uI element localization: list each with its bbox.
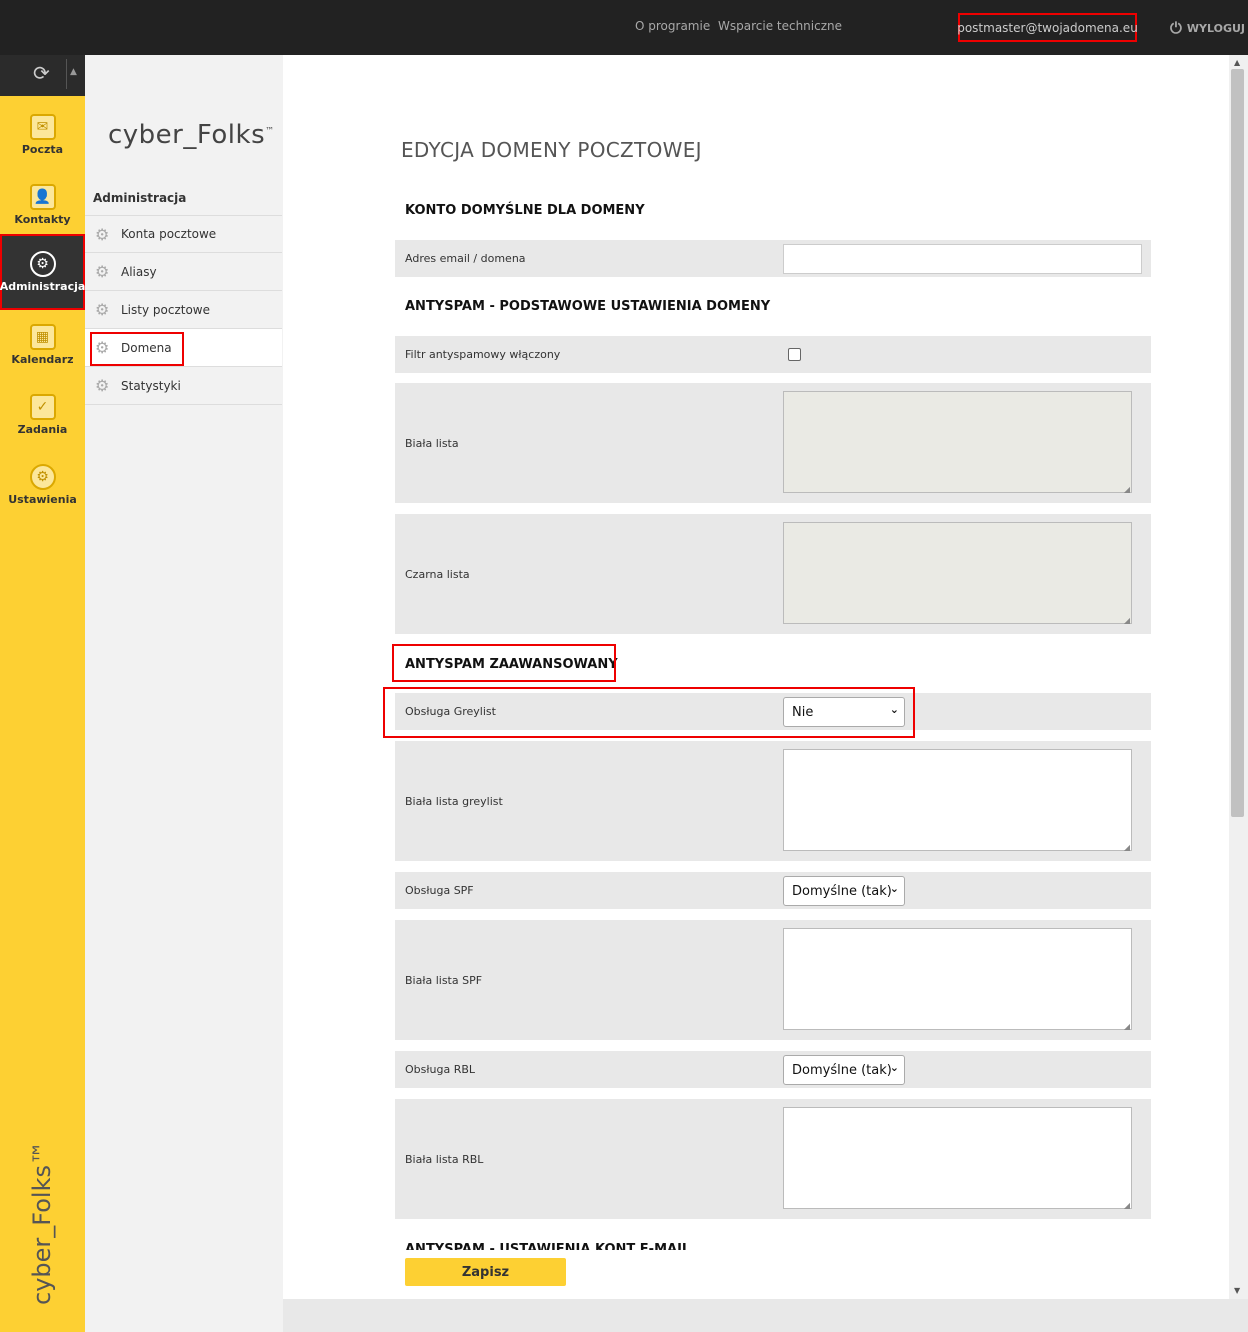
task-label: Ustawienia [8, 493, 77, 506]
power-icon: ⏻ [1170, 19, 1182, 37]
task-label: Administracja [0, 280, 86, 293]
sidebar-item-label: Statystyki [121, 378, 181, 393]
logout-button[interactable]: ⏻ WYLOGUJ [1170, 19, 1245, 37]
save-button[interactable]: Zapisz [405, 1258, 566, 1286]
task-label: Zadania [17, 423, 68, 436]
row-greylist-white: Biała lista greylist [395, 741, 1151, 861]
section-account-antispam: ANTYSPAM - USTAWIENIA KONT E-MAIL [405, 1242, 691, 1250]
collapse-arrow-icon[interactable]: ▲ [70, 67, 77, 77]
sidebar-item-accounts[interactable]: ⚙ Konta pocztowe [85, 215, 282, 253]
task-label: Kalendarz [11, 353, 74, 366]
rbl-label: Obsługa RBL [405, 1063, 476, 1076]
toolbar-divider [66, 59, 67, 89]
task-mail[interactable]: ✉ Poczta [0, 100, 85, 170]
blacklist-label: Czarna lista [405, 568, 470, 581]
blacklist-textarea[interactable] [783, 522, 1132, 625]
sidebar-item-label: Konta pocztowe [121, 227, 217, 241]
spf-whitelist-textarea[interactable] [783, 928, 1132, 1031]
row-blacklist: Czarna lista [395, 514, 1151, 634]
chevron-down-icon: ⌄ [889, 882, 899, 895]
scrollbar[interactable]: ▲ ▼ [1229, 55, 1248, 1299]
scrollbar-thumb[interactable] [1231, 69, 1244, 817]
highlight-advanced [392, 644, 616, 682]
rbl-select[interactable]: Domyślne (tak) ⌄ [783, 1055, 905, 1085]
about-link[interactable]: O programie [635, 19, 710, 33]
gear-icon: ⚙ [95, 262, 110, 281]
filter-label: Filtr antyspamowy włączony [405, 348, 561, 361]
spf-white-label: Biała lista SPF [405, 974, 483, 987]
task-admin[interactable]: ⚙ Administracja [0, 234, 85, 310]
spf-value: Domyślne (tak) [792, 883, 892, 899]
settings-icon: ⚙ [29, 464, 56, 490]
spf-select[interactable]: Domyślne (tak) ⌄ [783, 876, 905, 906]
task-calendar[interactable]: ▦ Kalendarz [0, 310, 85, 380]
row-filter: Filtr antyspamowy włączony [395, 336, 1151, 373]
greylist-white-label: Biała lista greylist [405, 795, 503, 808]
rbl-white-label: Biała lista RBL [405, 1153, 484, 1166]
row-rbl: Obsługa RBL Domyślne (tak) ⌄ [395, 1051, 1151, 1088]
antispam-filter-checkbox[interactable] [788, 348, 801, 361]
user-email: postmaster@twojadomena.eu [957, 20, 1138, 35]
task-contacts[interactable]: 👤 Kontakty [0, 170, 85, 240]
sidebar-item-label: Listy pocztowe [121, 302, 210, 317]
chevron-down-icon: ⌄ [889, 1061, 899, 1074]
toolbar-strip: ⟳ ▲ [0, 55, 85, 96]
bottom-bar [283, 1299, 1248, 1332]
email-domain-input[interactable] [783, 244, 1142, 274]
scroll-up-icon[interactable]: ▲ [1234, 58, 1240, 67]
top-bar: O programie Wsparcie techniczne postmast… [0, 0, 1248, 55]
spf-label: Obsługa SPF [405, 884, 474, 897]
row-spf-white: Biała lista SPF [395, 920, 1151, 1040]
gear-icon: ⚙ [95, 300, 110, 319]
greylist-whitelist-textarea[interactable] [783, 749, 1132, 852]
main-content: EDYCJA DOMENY POCZTOWEJ KONTO DOMYŚLNE D… [283, 55, 1229, 1299]
highlight-domain [90, 332, 184, 366]
calendar-icon: ▦ [29, 324, 56, 350]
admin-gear-icon: ⚙ [29, 251, 56, 277]
sidebar-item-label: Aliasy [121, 264, 157, 279]
row-whitelist: Biała lista [395, 383, 1151, 503]
email-label: Adres email / domena [405, 252, 526, 265]
row-spf: Obsługa SPF Domyślne (tak) ⌄ [395, 872, 1151, 909]
task-settings[interactable]: ⚙ Ustawienia [0, 450, 85, 520]
task-tasks[interactable]: ✓ Zadania [0, 380, 85, 450]
section-default-account: KONTO DOMYŚLNE DLA DOMENY [405, 203, 645, 218]
refresh-icon[interactable]: ⟳ [33, 61, 50, 85]
logout-label: WYLOGUJ [1186, 21, 1245, 35]
sidebar-item-statistics[interactable]: ⚙ Statystyki [85, 367, 282, 405]
section-basic-antispam: ANTYSPAM - PODSTAWOWE USTAWIENIA DOMENY [405, 299, 771, 314]
rbl-value: Domyślne (tak) [792, 1062, 892, 1078]
brand-logo: cyber_Folks™ [108, 120, 275, 150]
contacts-icon: 👤 [29, 184, 56, 210]
vertical-logo-text: cyber_Folks™ [28, 1141, 56, 1305]
gear-icon: ⚙ [95, 376, 110, 395]
gear-icon: ⚙ [95, 225, 110, 244]
sidebar-title: Administracja [93, 191, 187, 205]
task-label: Poczta [21, 143, 64, 156]
row-email: Adres email / domena [395, 240, 1151, 277]
vertical-logo: cyber_Folks™ [26, 1141, 60, 1310]
scroll-down-icon[interactable]: ▼ [1234, 1286, 1240, 1295]
row-rbl-white: Biała lista RBL [395, 1099, 1151, 1219]
support-link[interactable]: Wsparcie techniczne [718, 19, 842, 33]
sidebar-item-mailing-lists[interactable]: ⚙ Listy pocztowe [85, 291, 282, 329]
user-account[interactable]: postmaster@twojadomena.eu [957, 13, 1138, 42]
mail-icon: ✉ [29, 114, 56, 140]
tasks-icon: ✓ [29, 394, 56, 420]
page-title: EDYCJA DOMENY POCZTOWEJ [401, 138, 702, 162]
task-label: Kontakty [14, 213, 71, 226]
rbl-whitelist-textarea[interactable] [783, 1107, 1132, 1210]
whitelist-textarea[interactable] [783, 391, 1132, 494]
whitelist-label: Biała lista [405, 437, 459, 450]
highlight-greylist [383, 687, 915, 738]
sidebar-item-aliases[interactable]: ⚙ Aliasy [85, 253, 282, 291]
